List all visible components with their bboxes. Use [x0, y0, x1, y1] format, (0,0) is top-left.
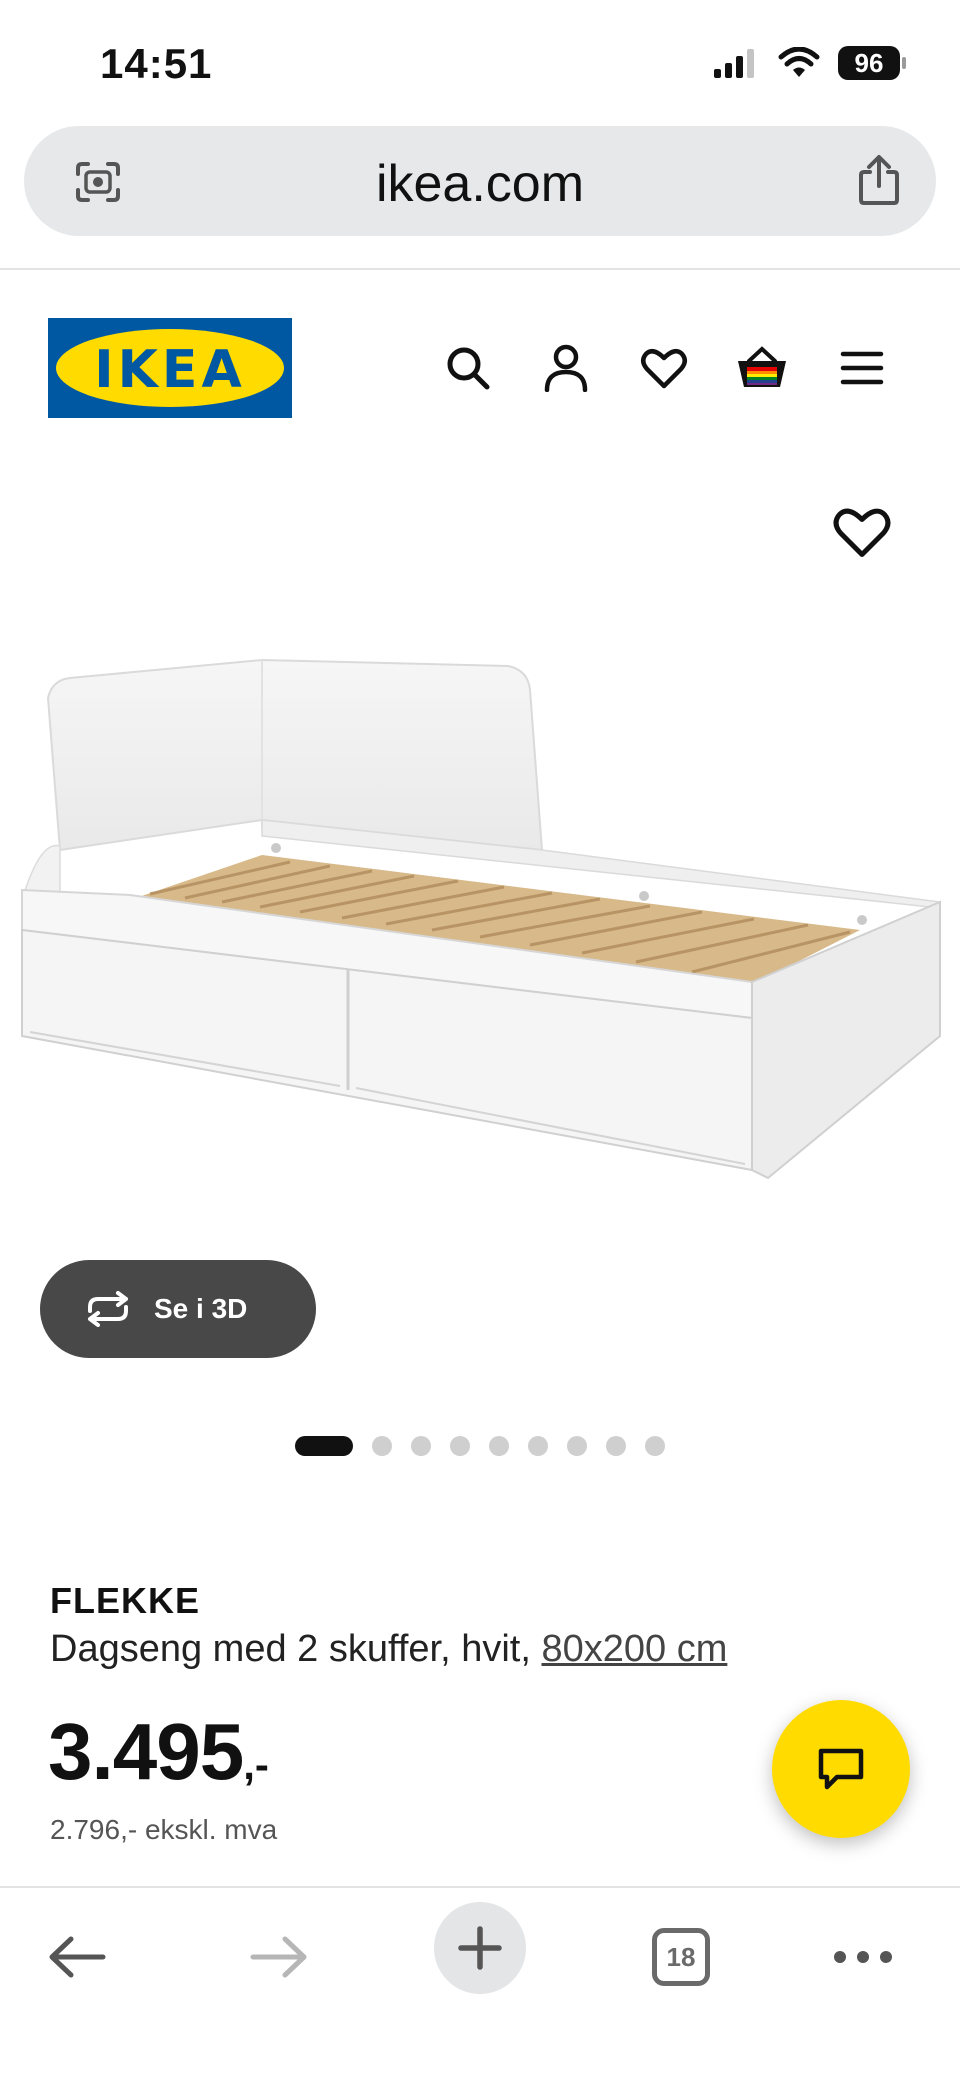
carousel-dot[interactable] [606, 1436, 626, 1456]
ikea-logo[interactable]: IKEA [48, 318, 292, 418]
menu-icon[interactable] [834, 340, 890, 396]
url-text: ikea.com [375, 155, 585, 213]
rotate-icon [88, 1291, 128, 1327]
carousel-dot[interactable] [372, 1436, 392, 1456]
share-icon[interactable] [856, 154, 902, 206]
product-size-link[interactable]: 80x200 cm [541, 1628, 727, 1670]
view-3d-button[interactable]: Se i 3D [40, 1260, 316, 1358]
carousel-dot[interactable] [450, 1436, 470, 1456]
divider [0, 268, 960, 270]
search-icon[interactable] [440, 340, 496, 396]
price-suffix: ,- [243, 1741, 269, 1788]
product-description: Dagseng med 2 skuffer, hvit, 80x200 cm [50, 1628, 727, 1671]
status-icons: 96 [712, 46, 906, 80]
carousel-dot[interactable] [489, 1436, 509, 1456]
account-icon[interactable] [538, 340, 594, 396]
battery-level: 96 [854, 47, 884, 78]
forward-icon[interactable] [234, 1912, 324, 2002]
carousel-dot[interactable] [528, 1436, 548, 1456]
product-favorite-icon[interactable] [832, 504, 892, 564]
product-name[interactable]: FLEKKE [50, 1580, 200, 1622]
new-tab-icon[interactable] [434, 1902, 526, 1994]
price-main: 3.495 [48, 1707, 244, 1796]
address-bar[interactable]: ikea.com [24, 126, 936, 236]
chat-icon [818, 1748, 864, 1790]
status-time: 14:51 [100, 40, 213, 87]
product-price: 3.495,- [48, 1706, 269, 1798]
carousel-dot[interactable] [411, 1436, 431, 1456]
wifi-icon [778, 47, 820, 77]
basket-icon[interactable] [734, 340, 790, 396]
tab-count: 18 [652, 1928, 710, 1986]
browser-toolbar: 18 [0, 1886, 960, 2078]
more-icon[interactable] [818, 1912, 908, 2002]
logo-text: IKEA [94, 340, 246, 400]
tabs-icon[interactable]: 18 [636, 1912, 726, 2002]
carousel-dot-active[interactable] [295, 1436, 353, 1456]
chat-button[interactable] [772, 1700, 910, 1838]
wishlist-icon[interactable] [636, 340, 692, 396]
battery-icon: 96 [838, 46, 906, 80]
back-icon[interactable] [32, 1912, 122, 2002]
carousel-indicator[interactable] [0, 1436, 960, 1456]
product-image[interactable] [0, 640, 960, 1260]
view-3d-label: Se i 3D [154, 1293, 248, 1324]
price-excl-vat: 2.796,- ekskl. mva [50, 1814, 278, 1845]
carousel-dot[interactable] [645, 1436, 665, 1456]
signal-icon [714, 49, 754, 78]
carousel-dot[interactable] [567, 1436, 587, 1456]
product-description-text: Dagseng med 2 skuffer, hvit, [50, 1628, 531, 1670]
screen: 14:51 96 ikea.com IKEA Se i 3D FLEKKE Da… [0, 0, 960, 2078]
